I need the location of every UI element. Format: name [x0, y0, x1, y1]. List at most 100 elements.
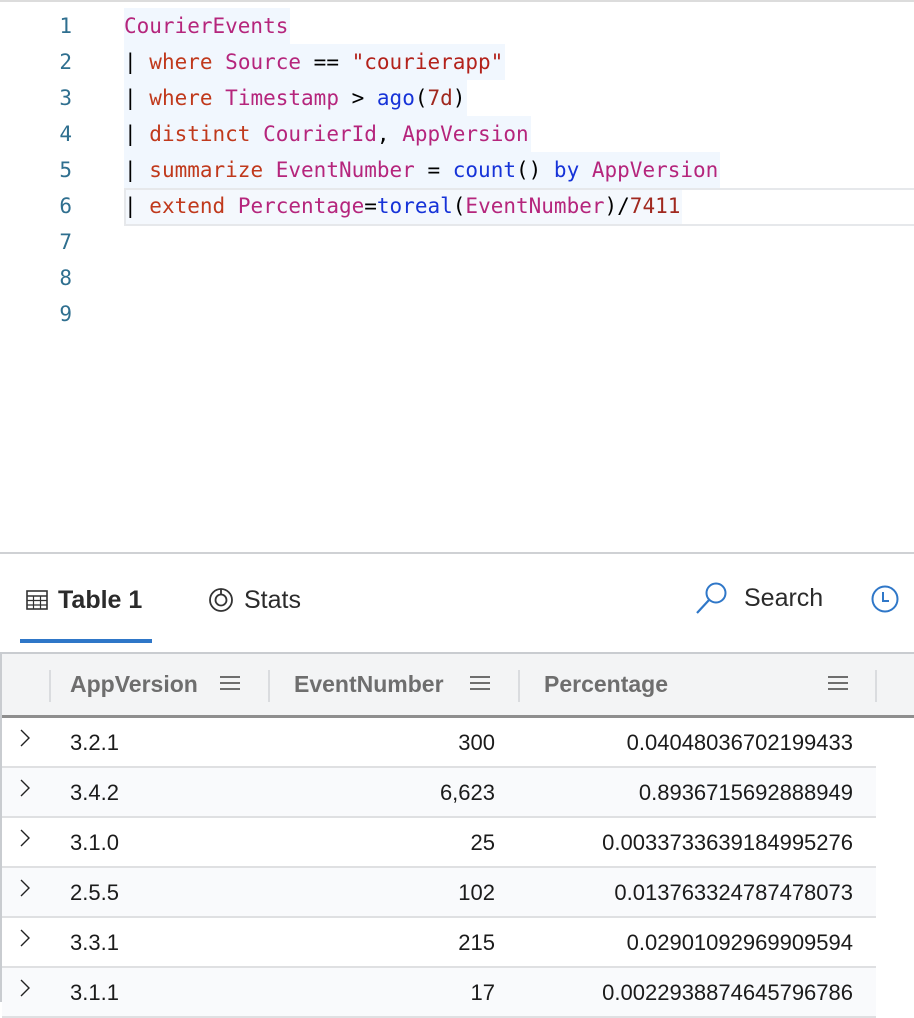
code-token-kw: where: [149, 86, 213, 110]
code-token-kw: where: [149, 50, 213, 74]
active-tab-indicator: [20, 639, 152, 643]
column-separator[interactable]: [875, 670, 877, 702]
code-line[interactable]: CourierEvents: [124, 8, 291, 44]
column-menu-icon[interactable]: [220, 676, 240, 692]
search-label: Search: [744, 583, 824, 612]
code-token-pipe: |: [124, 50, 150, 74]
grid-header: AppVersion EventNumber Percentage: [2, 654, 914, 718]
editor-line[interactable]: 2 | where Source == "courierapp": [0, 44, 914, 80]
code-token-op: =: [364, 194, 377, 218]
tab-table-1[interactable]: Table 1: [26, 582, 142, 618]
code-token-pipe: |: [124, 194, 150, 218]
table-row[interactable]: 2.5.5 102 0.013763324787478073: [2, 868, 876, 918]
code-token-op: [225, 194, 238, 218]
code-token-fn: toreal: [376, 194, 453, 218]
code-token-op: [213, 50, 226, 74]
code-token-num: 7411: [629, 194, 681, 218]
editor-line[interactable]: 5 | summarize EventNumber = count() by A…: [0, 152, 914, 188]
code-line[interactable]: | where Source == "courierapp": [124, 44, 506, 80]
code-token-ident: EventNumber: [465, 194, 605, 218]
code-line[interactable]: | distinct CourierId, AppVersion: [124, 116, 531, 152]
column-separator[interactable]: [49, 670, 51, 702]
tab-stats[interactable]: Stats: [208, 582, 301, 618]
expand-row-chevron-icon[interactable]: [18, 828, 32, 848]
cell-eventnumber: 6,623: [439, 780, 495, 805]
code-token-pipe: |: [124, 158, 150, 182]
code-line[interactable]: | where Timestamp > ago(7d): [124, 80, 468, 116]
code-token-fn: count: [452, 158, 516, 182]
code-token-op: ==: [301, 50, 352, 74]
code-token-op: =: [414, 158, 453, 182]
editor-line[interactable]: 4 | distinct CourierId, AppVersion: [0, 116, 914, 152]
table-row[interactable]: 3.3.1 215 0.02901092969909594: [2, 918, 876, 968]
expand-row-chevron-icon[interactable]: [18, 728, 32, 748]
column-separator[interactable]: [518, 670, 520, 702]
search-button[interactable]: Search: [694, 580, 823, 616]
code-token-kw: extend: [149, 194, 226, 218]
cell-appversion: 3.3.1: [70, 930, 119, 955]
cell-percentage: 0.013763324787478073: [614, 880, 853, 905]
code-token-op: [213, 86, 226, 110]
cell-appversion: 3.4.2: [70, 780, 119, 805]
code-token-ident: Source: [225, 50, 302, 74]
cell-eventnumber: 102: [458, 880, 495, 905]
column-header-appversion[interactable]: AppVersion: [70, 654, 198, 715]
cell-appversion: 3.1.1: [70, 980, 119, 1005]
editor-line[interactable]: 3 | where Timestamp > ago(7d): [0, 80, 914, 116]
column-label: AppVersion: [70, 671, 198, 697]
table-row[interactable]: 3.4.2 6,623 0.8936715692888949: [2, 768, 876, 818]
code-token-ident: Percentage: [237, 194, 365, 218]
column-separator[interactable]: [268, 670, 270, 702]
code-token-ident: Timestamp: [225, 86, 339, 110]
cell-eventnumber: 215: [458, 930, 495, 955]
cell-appversion: 3.2.1: [70, 730, 119, 755]
code-token-fn: ago: [376, 86, 415, 110]
code-token-op: (): [515, 158, 554, 182]
column-header-percentage[interactable]: Percentage: [544, 654, 668, 715]
results-pane: Table 1 Stats Search AppVersion EventNum…: [0, 552, 914, 1018]
cell-percentage: 0.8936715692888949: [638, 780, 853, 805]
expand-row-chevron-icon[interactable]: [18, 978, 32, 998]
code-token-ident: AppVersion: [402, 122, 529, 146]
column-header-eventnumber[interactable]: EventNumber: [294, 654, 444, 715]
code-line[interactable]: | extend Percentage=toreal(EventNumber)/…: [124, 188, 683, 224]
expand-row-chevron-icon[interactable]: [18, 928, 32, 948]
table-row[interactable]: 3.1.0 25 0.0033733639184995276: [2, 818, 876, 868]
tab-label: Table 1: [58, 585, 143, 614]
editor-line[interactable]: 8: [0, 260, 914, 296]
cell-appversion: 2.5.5: [70, 880, 119, 905]
cell-percentage: 0.0022938874645796786: [602, 980, 853, 1005]
code-token-op: (: [452, 194, 466, 218]
cell-eventnumber: 17: [470, 980, 495, 1005]
line-number: 2: [59, 50, 72, 74]
line-number: 9: [59, 302, 72, 326]
tab-label: Stats: [244, 585, 301, 614]
editor-line-current[interactable]: 6 | extend Percentage=toreal(EventNumber…: [0, 188, 914, 226]
column-menu-icon[interactable]: [470, 676, 490, 692]
code-token-kw: summarize: [149, 158, 264, 182]
code-line[interactable]: | summarize EventNumber = count() by App…: [124, 152, 721, 188]
history-clock-icon[interactable]: [870, 584, 900, 614]
line-number: 6: [59, 194, 72, 218]
code-token-op: >: [338, 86, 377, 110]
cell-eventnumber: 25: [470, 830, 495, 855]
table-icon: [26, 590, 48, 610]
column-menu-icon[interactable]: [828, 676, 848, 692]
column-label: Percentage: [544, 671, 669, 697]
editor-line[interactable]: 9: [0, 296, 914, 332]
editor-line[interactable]: 1 CourierEvents: [0, 8, 914, 44]
table-row[interactable]: 3.1.1 17 0.0022938874645796786: [2, 968, 876, 1018]
code-token-op: ,: [376, 122, 403, 146]
cell-eventnumber: 300: [458, 730, 495, 755]
line-number: 8: [59, 266, 72, 290]
code-token-op: [250, 122, 263, 146]
expand-row-chevron-icon[interactable]: [18, 878, 32, 898]
editor-line[interactable]: 7: [0, 224, 914, 260]
expand-row-chevron-icon[interactable]: [18, 778, 32, 798]
results-tabs: Table 1 Stats Search: [0, 554, 914, 650]
code-token-fn: by: [553, 158, 580, 182]
query-editor[interactable]: 1 CourierEvents 2 | where Source == "cou…: [0, 0, 914, 552]
cell-percentage: 0.0033733639184995276: [602, 830, 853, 855]
table-row[interactable]: 3.2.1 300 0.04048036702199433: [2, 718, 876, 768]
code-token-table: CourierEvents: [124, 14, 289, 38]
